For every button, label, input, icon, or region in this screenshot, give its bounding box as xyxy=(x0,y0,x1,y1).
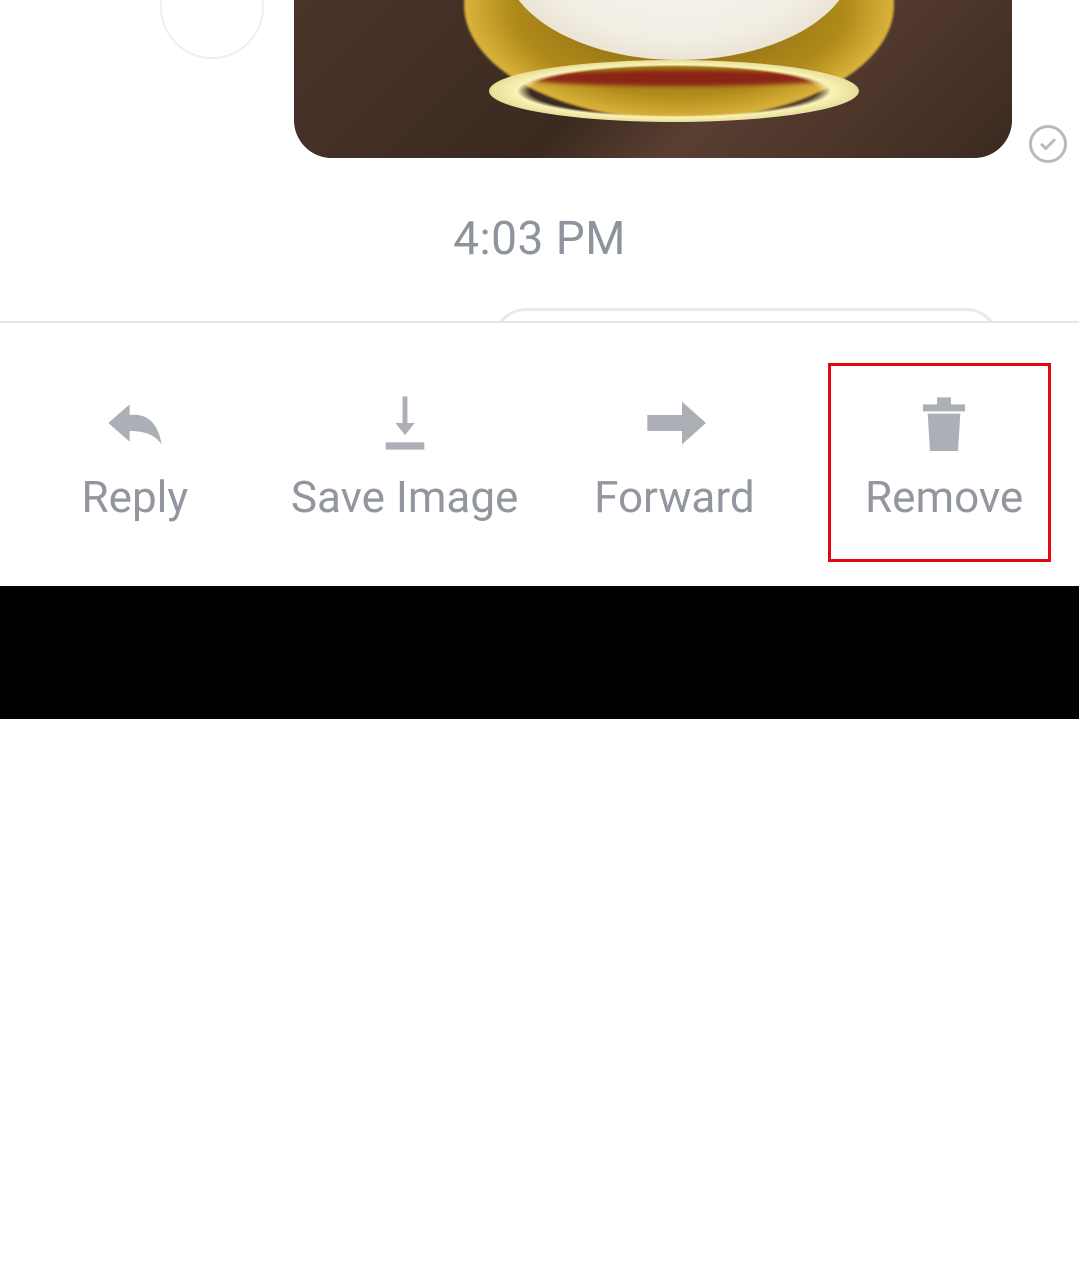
trash-icon xyxy=(916,387,972,459)
back-button[interactable] xyxy=(219,1218,255,1264)
message-action-bar: Reply Save Image Forward Remove xyxy=(0,323,1079,586)
forward-icon xyxy=(642,387,706,459)
reply-icon xyxy=(103,387,167,459)
save-image-label: Save Image xyxy=(291,471,519,523)
home-gesture-handle[interactable] xyxy=(502,1225,579,1252)
avatar[interactable] xyxy=(160,0,264,59)
forward-button[interactable]: Forward xyxy=(540,323,810,586)
delivery-status-icon xyxy=(1029,125,1067,163)
photo-detail xyxy=(489,60,859,122)
message-area: 4:03 PM xyxy=(0,0,1079,323)
save-image-button[interactable]: Save Image xyxy=(270,323,540,586)
timestamp: 4:03 PM xyxy=(0,212,1079,266)
reply-label: Reply xyxy=(82,471,189,523)
remove-label: Remove xyxy=(865,471,1023,523)
sent-image-bubble[interactable] xyxy=(294,0,1012,158)
download-icon xyxy=(376,387,434,459)
forward-label: Forward xyxy=(594,471,755,523)
remove-button[interactable]: Remove xyxy=(809,323,1079,586)
android-nav-bar xyxy=(0,586,1079,719)
reply-button[interactable]: Reply xyxy=(0,323,270,586)
